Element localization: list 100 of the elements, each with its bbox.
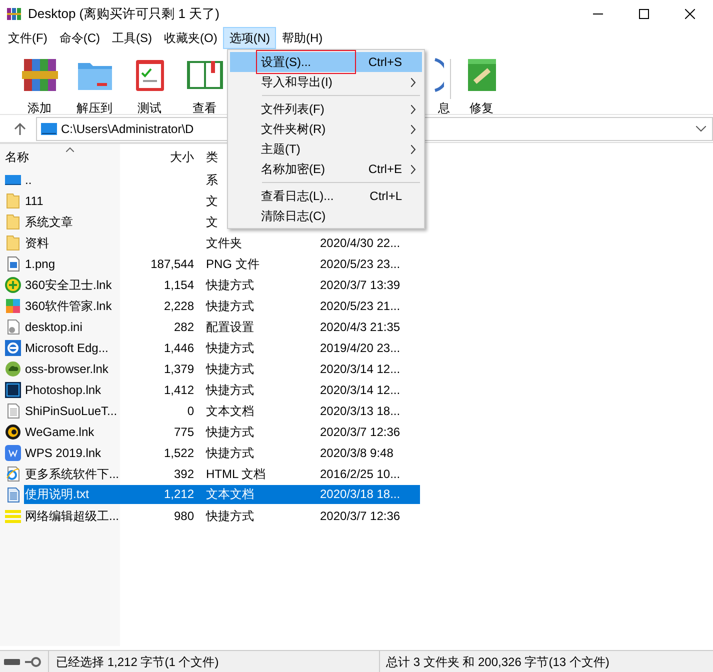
text-file-icon bbox=[5, 486, 21, 502]
toolbar-button[interactable]: 解压到 bbox=[67, 55, 122, 117]
menu-option[interactable]: 文件夹树(R) bbox=[230, 119, 422, 139]
size-cell: 1,446 bbox=[164, 340, 194, 354]
date-cell: 2016/2/25 10... bbox=[320, 466, 400, 480]
menu-option[interactable]: 查看日志(L)... Ctrl+L bbox=[230, 186, 422, 206]
file-name: 111 bbox=[24, 192, 44, 210]
file-name: Photoshop.lnk bbox=[24, 382, 102, 398]
file-name: WPS 2019.lnk bbox=[24, 444, 102, 462]
size-cell: 980 bbox=[174, 508, 194, 522]
ie-file-icon bbox=[5, 466, 21, 482]
type-cell: 快捷方式 bbox=[206, 424, 254, 438]
file-name: Microsoft Edg... bbox=[24, 340, 110, 356]
folder-icon bbox=[5, 234, 21, 250]
text-file-icon bbox=[5, 402, 21, 418]
type-cell: HTML 文档 bbox=[206, 466, 266, 480]
file-name: 更多系统软件下... bbox=[24, 466, 120, 482]
menu-item[interactable]: 选项(N) bbox=[223, 27, 276, 49]
size-cell: 1,522 bbox=[164, 446, 194, 460]
size-cell: 2,228 bbox=[164, 298, 194, 312]
file-name: 1.png bbox=[24, 256, 56, 272]
plus-circle-icon bbox=[5, 276, 21, 292]
type-cell: 文本文档 bbox=[206, 487, 254, 501]
size-cell: 1,379 bbox=[164, 362, 194, 376]
file-name: 360安全卫士.lnk bbox=[24, 276, 113, 294]
ps-icon bbox=[5, 382, 21, 398]
size-cell: 0 bbox=[187, 404, 194, 418]
status-text: 已经选择 1,212 字节(1 个文件) bbox=[56, 654, 219, 670]
menu-option[interactable]: 名称加密(E) Ctrl+E bbox=[230, 159, 422, 179]
menu-option[interactable]: 清除日志(C) bbox=[230, 206, 422, 226]
date-cell: 2020/5/23 23... bbox=[320, 256, 400, 270]
date-cell: 2020/3/8 9:48 bbox=[320, 446, 394, 460]
w-icon bbox=[5, 444, 21, 460]
dropdown-caret-icon[interactable] bbox=[696, 126, 706, 132]
menu-item[interactable]: 收藏夹(O) bbox=[158, 27, 224, 49]
up-arrow-icon[interactable] bbox=[14, 122, 26, 134]
cloud-icon bbox=[5, 360, 21, 376]
size-cell: 1,212 bbox=[164, 487, 194, 501]
menu-option[interactable]: 设置(S)... Ctrl+S bbox=[230, 52, 422, 72]
column-header[interactable]: 大小 bbox=[170, 150, 194, 164]
type-cell: 快捷方式 bbox=[206, 362, 254, 376]
type-cell: 配置设置 bbox=[206, 320, 254, 334]
type-cell: 快捷方式 bbox=[206, 298, 254, 312]
size-cell: 1,154 bbox=[164, 278, 194, 292]
ring-icon bbox=[5, 424, 21, 440]
type-cell: 文 bbox=[206, 214, 218, 228]
type-cell: 文 bbox=[206, 194, 218, 208]
image-file-icon bbox=[5, 256, 21, 272]
drive-icon bbox=[4, 658, 20, 666]
column-header[interactable]: 类 bbox=[206, 150, 218, 164]
file-name: oss-browser.lnk bbox=[24, 360, 110, 378]
menu-item[interactable]: 文件(F) bbox=[2, 27, 54, 49]
menu-item[interactable]: 帮助(H) bbox=[276, 27, 329, 49]
monitor-icon bbox=[41, 122, 57, 134]
app-icon bbox=[6, 6, 22, 22]
size-cell: 282 bbox=[174, 320, 194, 334]
date-cell: 2020/3/13 18... bbox=[320, 404, 400, 418]
close-icon[interactable] bbox=[685, 8, 695, 18]
toolbar-button[interactable]: 修复 bbox=[454, 55, 509, 117]
type-cell: 快捷方式 bbox=[206, 508, 254, 522]
date-cell: 2020/3/14 12... bbox=[320, 362, 400, 376]
file-name: 360软件管家.lnk bbox=[24, 298, 113, 314]
file-name: 资料 bbox=[24, 234, 50, 252]
size-cell: 392 bbox=[174, 466, 194, 480]
type-cell: 快捷方式 bbox=[206, 340, 254, 354]
type-cell: 系 bbox=[206, 172, 218, 186]
type-cell: 快捷方式 bbox=[206, 446, 254, 460]
type-cell: 快捷方式 bbox=[206, 278, 254, 292]
type-cell: 文件夹 bbox=[206, 236, 242, 250]
column-header[interactable]: 名称 bbox=[5, 148, 29, 166]
toolbar-button[interactable]: 添加 bbox=[12, 55, 67, 117]
edge-e-icon bbox=[5, 340, 21, 356]
type-cell: PNG 文件 bbox=[206, 256, 260, 270]
menu-item[interactable]: 命令(C) bbox=[53, 27, 106, 49]
file-name: ShiPinSuoLueT... bbox=[24, 402, 118, 420]
date-cell: 2020/3/18 18... bbox=[320, 487, 400, 501]
date-cell: 2019/4/20 23... bbox=[320, 340, 400, 354]
menu-option[interactable]: 主题(T) bbox=[230, 139, 422, 159]
size-cell: 187,544 bbox=[150, 256, 194, 270]
stripes-icon bbox=[5, 508, 21, 524]
file-name: WeGame.lnk bbox=[24, 424, 96, 440]
file-name: 系统文章 bbox=[24, 214, 74, 230]
file-name: 网络编辑超级工... bbox=[24, 508, 120, 524]
size-cell: 775 bbox=[174, 424, 194, 438]
date-cell: 2020/3/14 12... bbox=[320, 382, 400, 396]
date-cell: 2020/5/23 21... bbox=[320, 298, 400, 312]
date-cell: 2020/4/30 22... bbox=[320, 236, 400, 250]
folder-icon bbox=[5, 192, 21, 208]
date-cell: 2020/3/7 12:36 bbox=[320, 424, 400, 438]
window-title: Desktop (离购买许可只剩 1 天了) bbox=[28, 4, 220, 23]
tiles-icon bbox=[5, 298, 21, 314]
maximize-icon[interactable] bbox=[639, 8, 649, 18]
file-name: 使用说明.txt bbox=[24, 485, 120, 504]
type-cell: 快捷方式 bbox=[206, 382, 254, 396]
menu-item[interactable]: 工具(S) bbox=[106, 27, 158, 49]
folder-icon bbox=[5, 214, 21, 230]
toolbar-button[interactable]: 测试 bbox=[122, 55, 177, 117]
gear-file-icon bbox=[5, 318, 21, 334]
arc-icon bbox=[434, 58, 444, 92]
date-cell: 2020/3/7 13:39 bbox=[320, 278, 400, 292]
